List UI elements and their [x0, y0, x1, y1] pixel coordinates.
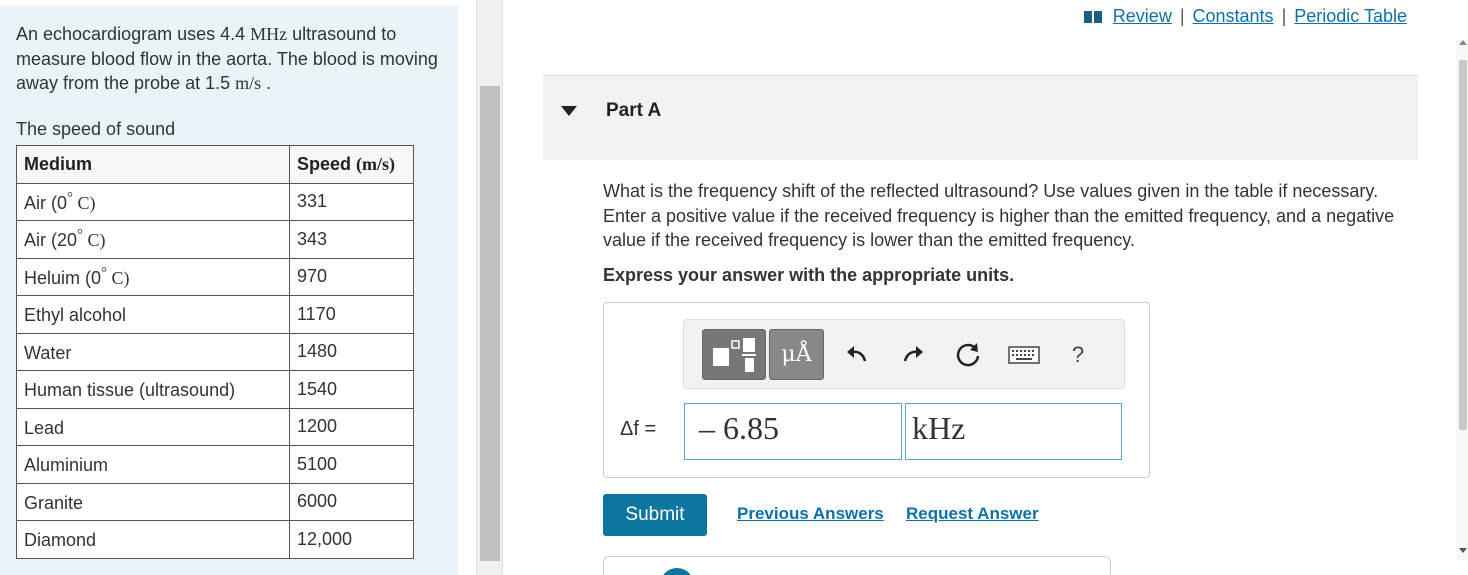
speed-cell: 6000: [289, 482, 414, 521]
templates-icon: [713, 337, 756, 372]
medium-cell: Aluminium: [16, 445, 290, 484]
speed-cell: 331: [289, 182, 414, 221]
answer-label: Δf =: [620, 418, 657, 440]
scroll-down-arrow-icon[interactable]: [1459, 548, 1467, 553]
top-links-bar: Review | Constants | Periodic Table: [1083, 6, 1407, 27]
speed-cell: 12,000: [289, 520, 414, 559]
medium-cell: Air (20° C): [16, 220, 290, 259]
collapse-triangle-icon[interactable]: [561, 106, 577, 116]
speed-cell: 970: [289, 257, 414, 296]
answer-value-field[interactable]: – 6.85: [684, 403, 902, 460]
scroll-up-arrow-icon[interactable]: [1459, 40, 1467, 45]
constants-link[interactable]: Constants: [1193, 6, 1274, 27]
answer-units-field[interactable]: kHz: [905, 403, 1122, 460]
speed-cell: 1200: [289, 407, 414, 446]
speed-cell: 343: [289, 220, 414, 259]
table-row: Lead 1200: [16, 407, 414, 446]
medium-cell: Ethyl alcohol: [16, 295, 290, 334]
help-button[interactable]: ?: [1066, 340, 1090, 370]
templates-button[interactable]: [702, 329, 766, 380]
table-row: Air (20° C) 343: [16, 220, 414, 259]
speed-cell: 1480: [289, 332, 414, 371]
redo-button[interactable]: [898, 340, 928, 370]
link-separator: |: [1281, 6, 1287, 26]
question-text: What is the frequency shift of the refle…: [603, 181, 1395, 250]
redo-icon: [903, 346, 923, 362]
request-answer-link[interactable]: Request Answer: [906, 504, 1039, 524]
table-row: Human tissue (ultrasound) 1540: [16, 370, 414, 409]
table-row: Water 1480: [16, 332, 414, 371]
table-row: Aluminium 5100: [16, 445, 414, 484]
column-header-speed: Speed (m/s): [289, 145, 414, 184]
table-row: Granite 6000: [16, 482, 414, 521]
table-row: Air (0° C) 331: [16, 182, 414, 221]
table-header-row: Medium Speed (m/s): [16, 145, 414, 184]
periodic-table-link[interactable]: Periodic Table: [1294, 6, 1407, 27]
problem-statement: An echocardiogram uses 4.4 MHz ultrasoun…: [16, 24, 438, 93]
part-title: Part A: [606, 100, 662, 121]
medium-cell: Human tissue (ultrasound): [16, 370, 290, 409]
medium-cell: Lead: [16, 407, 290, 446]
table-row: Heluim (0° C) 970: [16, 257, 414, 296]
left-panel-scroll-thumb[interactable]: [480, 86, 500, 561]
answer-instruction: Express your answer with the appropriate…: [603, 265, 1015, 285]
speed-cell: 1540: [289, 370, 414, 409]
medium-cell: Water: [16, 332, 290, 371]
book-icon: [1083, 10, 1102, 23]
undo-icon: [847, 346, 867, 362]
page-scroll-thumb[interactable]: [1459, 60, 1467, 430]
part-header[interactable]: Part A: [543, 75, 1418, 160]
reset-icon: [956, 343, 980, 367]
submit-button[interactable]: Submit: [603, 494, 707, 536]
medium-cell: Heluim (0° C): [16, 257, 290, 296]
undo-button[interactable]: [842, 340, 872, 370]
table-row: Diamond 12,000: [16, 520, 414, 559]
review-link[interactable]: Review: [1113, 6, 1172, 27]
reset-button[interactable]: [953, 340, 983, 370]
keyboard-button[interactable]: [1006, 340, 1042, 370]
medium-cell: Diamond: [16, 520, 290, 559]
medium-cell: Granite: [16, 482, 290, 521]
table-row: Ethyl alcohol 1170: [16, 295, 414, 334]
previous-answers-link[interactable]: Previous Answers: [737, 504, 884, 524]
medium-cell: Air (0° C): [16, 182, 290, 221]
column-header-medium: Medium: [16, 145, 290, 184]
table-caption: The speed of sound: [16, 119, 176, 139]
speed-of-sound-table: Medium Speed (m/s) Air (0° C) 331 Air (20°…: [16, 145, 414, 559]
keyboard-icon: [1008, 346, 1040, 364]
speed-cell: 1170: [289, 295, 414, 334]
units-button[interactable]: μÅ: [769, 329, 824, 380]
speed-cell: 5100: [289, 445, 414, 484]
link-separator: |: [1179, 6, 1185, 26]
